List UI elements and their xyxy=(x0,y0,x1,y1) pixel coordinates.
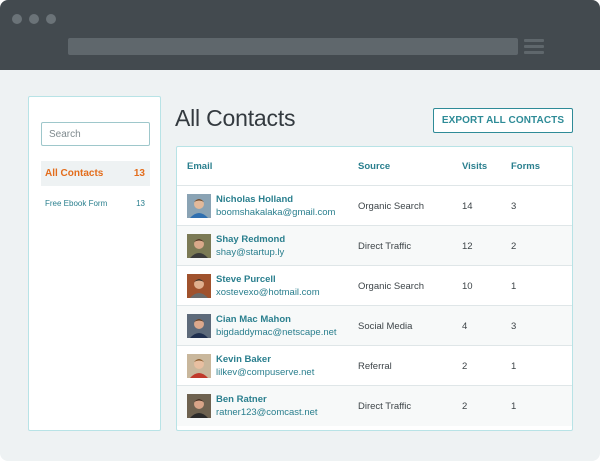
contact-name[interactable]: Ben Ratner xyxy=(216,394,267,405)
contact-source: Social Media xyxy=(358,321,413,332)
table-row[interactable]: Shay Redmond shay@startup.ly Direct Traf… xyxy=(177,226,572,266)
contact-email[interactable]: shay@startup.ly xyxy=(216,247,284,258)
table-row[interactable]: Cian Mac Mahon bigdaddymac@netscape.net … xyxy=(177,306,572,346)
export-all-contacts-button[interactable]: EXPORT ALL CONTACTS xyxy=(433,108,573,133)
contact-source: Referral xyxy=(358,361,392,372)
contact-source: Organic Search xyxy=(358,281,425,292)
sidebar-item-free-ebook-form[interactable]: Free Ebook Form 13 xyxy=(41,195,150,211)
contact-email[interactable]: boomshakalaka@gmail.com xyxy=(216,207,335,218)
contact-visits: 2 xyxy=(462,401,468,412)
table-header: Email Source Visits Forms xyxy=(177,147,572,186)
contacts-table: Email Source Visits Forms Nicholas Holla… xyxy=(176,146,573,431)
avatar xyxy=(187,274,211,298)
contact-forms: 2 xyxy=(511,241,517,252)
contact-forms: 1 xyxy=(511,281,517,292)
avatar xyxy=(187,314,211,338)
column-header-email[interactable]: Email xyxy=(187,161,212,172)
column-header-forms[interactable]: Forms xyxy=(511,161,540,172)
contact-forms: 3 xyxy=(511,321,517,332)
contact-name[interactable]: Nicholas Holland xyxy=(216,194,293,205)
page-title: All Contacts xyxy=(175,105,296,131)
contact-visits: 2 xyxy=(462,361,468,372)
contact-email[interactable]: ratner123@comcast.net xyxy=(216,407,318,418)
maximize-window-dot[interactable] xyxy=(46,14,56,24)
browser-window: All Contacts 13 Free Ebook Form 13 All C… xyxy=(0,0,600,461)
avatar xyxy=(187,234,211,258)
contact-forms: 1 xyxy=(511,401,517,412)
contact-name[interactable]: Steve Purcell xyxy=(216,274,276,285)
table-row[interactable]: Nicholas Holland boomshakalaka@gmail.com… xyxy=(177,186,572,226)
sidebar-item-count: 13 xyxy=(133,168,145,179)
contact-visits: 10 xyxy=(462,281,473,292)
contact-visits: 4 xyxy=(462,321,468,332)
contact-email[interactable]: lilkev@compuserve.net xyxy=(216,367,314,378)
sidebar-item-label: Free Ebook Form xyxy=(45,198,108,208)
table-row[interactable]: Steve Purcell xostevexo@hotmail.com Orga… xyxy=(177,266,572,306)
column-header-source[interactable]: Source xyxy=(358,161,390,172)
contact-email[interactable]: xostevexo@hotmail.com xyxy=(216,287,320,298)
hamburger-menu-icon[interactable] xyxy=(524,39,544,55)
address-bar[interactable] xyxy=(68,38,518,55)
sidebar-item-all-contacts[interactable]: All Contacts 13 xyxy=(41,161,150,186)
avatar xyxy=(187,194,211,218)
contact-visits: 12 xyxy=(462,241,473,252)
browser-titlebar xyxy=(0,0,600,70)
contact-email[interactable]: bigdaddymac@netscape.net xyxy=(216,327,337,338)
table-row[interactable]: Kevin Baker lilkev@compuserve.net Referr… xyxy=(177,346,572,386)
sidebar: All Contacts 13 Free Ebook Form 13 xyxy=(28,96,161,431)
avatar xyxy=(187,394,211,418)
column-header-visits[interactable]: Visits xyxy=(462,161,487,172)
contact-source: Organic Search xyxy=(358,201,425,212)
search-input[interactable] xyxy=(41,122,150,146)
contact-forms: 1 xyxy=(511,361,517,372)
avatar xyxy=(187,354,211,378)
contact-source: Direct Traffic xyxy=(358,401,412,412)
contact-name[interactable]: Shay Redmond xyxy=(216,234,285,245)
table-row[interactable]: Ben Ratner ratner123@comcast.net Direct … xyxy=(177,386,572,426)
contact-visits: 14 xyxy=(462,201,473,212)
sidebar-item-count: 13 xyxy=(136,198,145,208)
contact-name[interactable]: Kevin Baker xyxy=(216,354,271,365)
sidebar-item-label: All Contacts xyxy=(45,168,104,179)
minimize-window-dot[interactable] xyxy=(29,14,39,24)
close-window-dot[interactable] xyxy=(12,14,22,24)
contact-name[interactable]: Cian Mac Mahon xyxy=(216,314,291,325)
contact-forms: 3 xyxy=(511,201,517,212)
contact-source: Direct Traffic xyxy=(358,241,412,252)
